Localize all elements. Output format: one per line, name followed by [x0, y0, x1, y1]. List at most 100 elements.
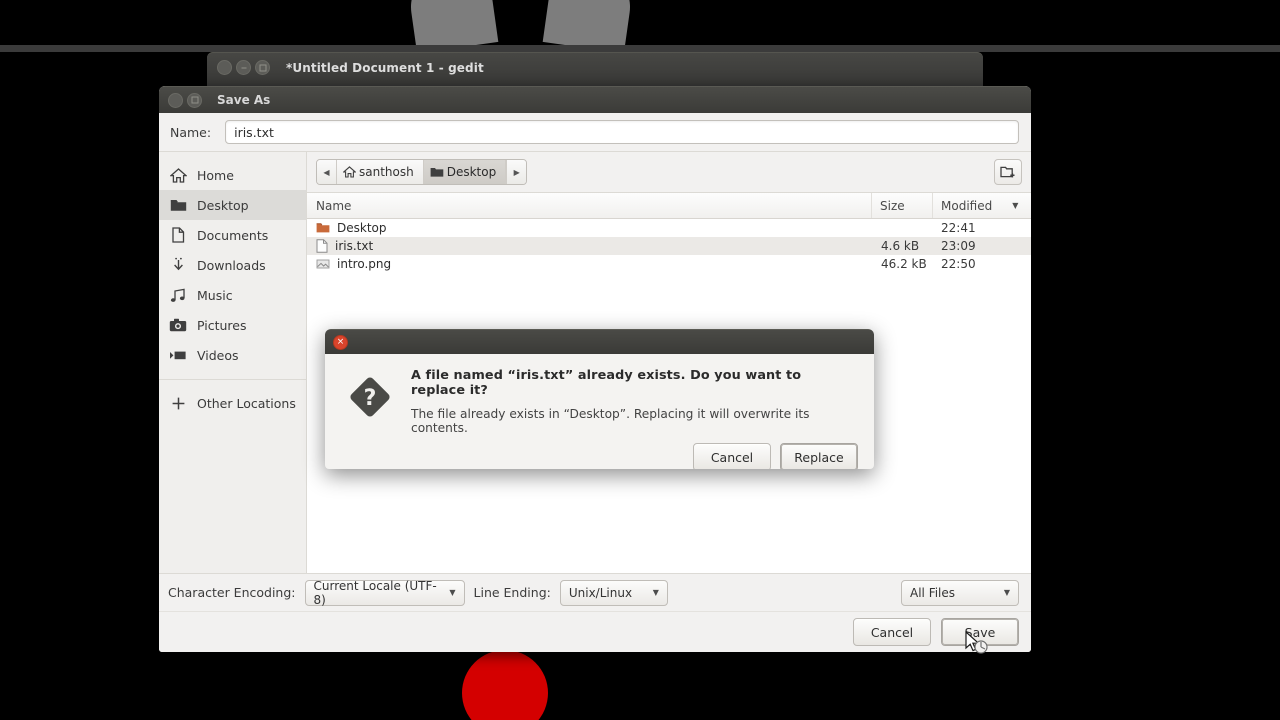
sort-caret-icon: ▼: [1012, 201, 1019, 210]
sidebar-item-pictures[interactable]: Pictures: [159, 310, 306, 340]
file-filter-select[interactable]: All Files ▼: [901, 579, 1019, 606]
gedit-titlebar: *Untitled Document 1 - gedit: [207, 52, 983, 82]
sidebar-item-label: Music: [197, 287, 233, 303]
character-encoding-label: Character Encoding:: [168, 585, 296, 600]
plus-icon: [167, 394, 189, 412]
folder-icon: [167, 196, 189, 214]
close-icon[interactable]: ×: [333, 334, 348, 350]
name-label: Name:: [170, 124, 212, 140]
sidebar-item-label: Videos: [197, 347, 239, 363]
close-glyph: ×: [336, 336, 345, 347]
sidebar-divider: [159, 379, 306, 380]
confirm-subtext: The file already exists in “Desktop”. Re…: [411, 407, 810, 435]
save-as-action-bar: Cancel Save: [159, 611, 1031, 652]
background-bar: [0, 45, 1280, 52]
file-name-label: Desktop: [337, 221, 387, 235]
download-icon: [167, 256, 189, 274]
camera-icon: [167, 316, 189, 334]
breadcrumb-label: santhosh: [359, 165, 414, 179]
sidebar-item-documents[interactable]: Documents: [159, 220, 306, 250]
pathbar-next-button[interactable]: ▶: [506, 160, 527, 184]
table-row[interactable]: iris.txt 4.6 kB 23:09: [307, 237, 1031, 255]
column-header-name[interactable]: Name: [307, 199, 871, 213]
file-name-cell: intro.png: [307, 257, 873, 271]
sidebar-item-label: Pictures: [197, 317, 247, 333]
name-row: Name:: [159, 113, 1031, 152]
create-folder-button[interactable]: [994, 159, 1022, 185]
file-size-cell: 46.2 kB: [881, 257, 927, 271]
file-filter-value: All Files: [910, 585, 956, 600]
pathbar-prev-button[interactable]: ◀: [317, 160, 337, 184]
sidebar-item-videos[interactable]: Videos: [159, 340, 306, 370]
home-icon: [343, 166, 356, 178]
video-icon: [167, 346, 189, 364]
breadcrumb-santhosh[interactable]: santhosh: [337, 160, 424, 184]
confirm-titlebar: ×: [325, 329, 874, 354]
create-folder-icon: [1000, 165, 1016, 179]
confirm-replace-button[interactable]: Replace: [780, 443, 858, 469]
confirm-heading: A file named “iris.txt” already exists. …: [411, 368, 802, 398]
save-button[interactable]: Save: [941, 618, 1019, 646]
confirm-actions: Cancel Replace: [325, 435, 874, 469]
line-ending-select[interactable]: Unix/Linux ▼: [559, 579, 668, 606]
file-modified-cell: 22:41: [941, 221, 976, 235]
pathbar: ◀ santhosh Desktop ▶: [316, 159, 528, 185]
breadcrumb-desktop[interactable]: Desktop: [423, 160, 507, 184]
save-as-titlebar: Save As: [159, 86, 1031, 113]
question-mark-icon: ?: [347, 374, 393, 420]
text-file-icon: [316, 239, 328, 253]
replace-confirm-dialog: × ? A file named “iris.txt” already exis…: [325, 329, 874, 469]
character-encoding-value: Current Locale (UTF-8): [313, 578, 437, 607]
folder-icon: [430, 166, 444, 178]
character-encoding-select[interactable]: Current Locale (UTF-8) ▼: [304, 578, 465, 607]
folder-icon: [316, 222, 330, 234]
file-list-headers: Name Size Modified ▼: [307, 193, 1031, 219]
file-modified-cell: 23:09: [941, 239, 976, 253]
line-ending-value: Unix/Linux: [568, 585, 633, 600]
file-modified-cell: 22:50: [941, 257, 976, 271]
gedit-close-button[interactable]: [217, 60, 232, 75]
cancel-button[interactable]: Cancel: [853, 618, 931, 646]
sidebar-item-music[interactable]: Music: [159, 280, 306, 310]
breadcrumb-label: Desktop: [446, 165, 497, 179]
chevron-left-icon: ◀: [323, 167, 330, 177]
pathbar-row: ◀ santhosh Desktop ▶: [307, 152, 1031, 193]
encoding-bar: Character Encoding: Current Locale (UTF-…: [159, 573, 1031, 611]
table-row[interactable]: Desktop 22:41: [307, 219, 1031, 237]
filename-input[interactable]: [225, 120, 1019, 144]
confirm-body: ? A file named “iris.txt” already exists…: [325, 354, 874, 435]
confirm-texts: A file named “iris.txt” already exists. …: [411, 368, 856, 435]
image-file-icon: [316, 258, 330, 270]
sidebar-item-label: Home: [197, 167, 234, 183]
column-header-modified-label: Modified: [941, 198, 993, 213]
screen: *Untitled Document 1 - gedit Save As Nam…: [0, 0, 1280, 720]
gedit-minimize-button[interactable]: [236, 60, 251, 75]
table-row[interactable]: intro.png 46.2 kB 22:50: [307, 255, 1031, 273]
background-red-circle: [462, 650, 548, 720]
sidebar-item-desktop[interactable]: Desktop: [159, 190, 306, 220]
column-header-size[interactable]: Size: [871, 193, 932, 218]
file-name-cell: iris.txt: [307, 239, 873, 253]
music-icon: [167, 286, 189, 304]
sidebar-item-label: Other Locations: [197, 395, 296, 411]
column-header-modified[interactable]: Modified ▼: [932, 193, 1031, 218]
line-ending-label: Line Ending:: [473, 585, 551, 600]
sidebar-item-other-locations[interactable]: Other Locations: [159, 388, 306, 418]
document-icon: [167, 226, 189, 244]
file-size-cell: 4.6 kB: [881, 239, 920, 253]
chevron-right-icon: ▶: [513, 167, 520, 177]
confirm-cancel-button[interactable]: Cancel: [693, 443, 771, 469]
save-as-title: Save As: [217, 93, 271, 107]
chevron-down-icon: ▼: [449, 588, 456, 597]
sidebar-item-home[interactable]: Home: [159, 160, 306, 190]
save-as-maximize-button[interactable]: [187, 92, 202, 108]
svg-text:?: ?: [364, 386, 377, 411]
sidebar-item-label: Desktop: [197, 197, 249, 213]
gedit-window-title: *Untitled Document 1 - gedit: [286, 60, 484, 75]
gedit-maximize-button[interactable]: [255, 60, 270, 75]
save-as-close-button[interactable]: [168, 92, 183, 108]
file-name-label: iris.txt: [335, 239, 374, 253]
file-name-label: intro.png: [337, 257, 392, 271]
sidebar-item-downloads[interactable]: Downloads: [159, 250, 306, 280]
chevron-down-icon: ▼: [1003, 588, 1010, 597]
